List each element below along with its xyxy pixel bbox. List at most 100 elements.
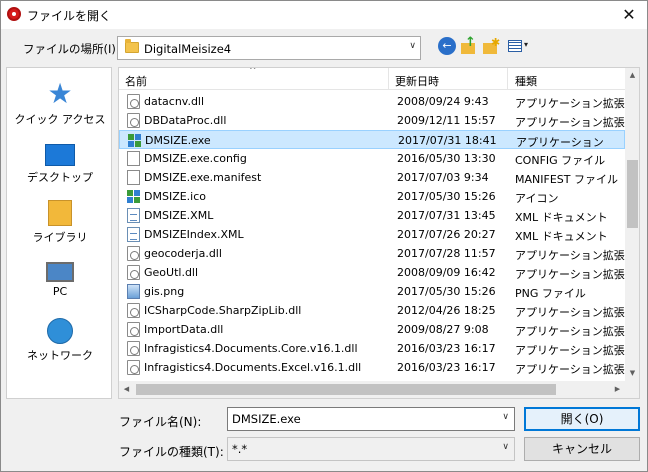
file-row[interactable]: geocoderja.dll 2017/07/28 11:57 アプリケーション拡張 <box>119 244 625 263</box>
place-label: デスクトップ <box>27 171 93 184</box>
desktop-icon <box>45 144 75 166</box>
file-row[interactable]: DBDataProc.dll 2009/12/11 15:57 アプリケーション拡張 <box>119 111 625 130</box>
file-date: 2016/05/30 13:30 <box>397 152 496 165</box>
up-folder-icon[interactable]: ↑ <box>461 35 479 55</box>
xml-file-icon <box>127 208 140 223</box>
places-bar: ★ クイック アクセス デスクトップ ライブラリ PC ネットワーク <box>6 67 112 399</box>
location-value: DigitalMeisize4 <box>144 42 232 56</box>
file-row[interactable]: DMSIZE.exe.manifest 2017/07/03 9:34 MANIFE… <box>119 168 625 187</box>
file-date: 2016/03/23 16:17 <box>397 342 496 355</box>
file-row[interactable]: DMSIZE.exe.config 2016/05/30 13:30 CONFIG … <box>119 149 625 168</box>
file-type: アプリケーション拡張 <box>515 97 625 110</box>
place-label: PC <box>52 285 68 298</box>
file-date: 2016/03/23 16:17 <box>397 361 496 374</box>
file-type: XML ドキュメント <box>515 230 608 243</box>
dll-file-icon <box>127 94 140 109</box>
close-button[interactable]: ✕ <box>611 1 647 29</box>
open-button[interactable]: 開く(O) <box>524 407 640 431</box>
xml-file-icon <box>127 227 140 242</box>
star-icon: ★ <box>47 77 73 110</box>
vertical-scroll-thumb[interactable] <box>627 160 638 228</box>
file-list: 名前 ^ 更新日時 種類 datacnv.dll 2008/09/24 9:43 ア… <box>118 67 640 399</box>
file-row[interactable]: gis.png 2017/05/30 15:26 PNG ファイル <box>119 282 625 301</box>
dll-file-icon <box>127 341 140 356</box>
chevron-down-icon: ∨ <box>502 442 509 452</box>
column-type[interactable]: 種類 <box>515 73 537 89</box>
scroll-right-icon[interactable]: ▶ <box>610 381 625 398</box>
file-type: アプリケーション拡張 <box>515 325 625 338</box>
network-icon <box>47 318 73 344</box>
folder-icon <box>125 39 139 53</box>
place-pc[interactable]: PC <box>7 258 113 298</box>
file-name: Infragistics4.Documents.Core.v16.1.dll <box>144 342 358 355</box>
file-date: 2012/04/26 18:25 <box>397 304 496 317</box>
place-library[interactable]: ライブラリ <box>7 200 113 245</box>
file-row[interactable]: Infragistics4.Documents.Core.v16.1.dll 20… <box>119 339 625 358</box>
place-desktop[interactable]: デスクトップ <box>7 140 113 185</box>
dll-file-icon <box>127 322 140 337</box>
file-date: 2008/09/24 9:43 <box>397 95 489 108</box>
open-file-dialog: ファイルを開く ✕ ファイルの場所(I): DigitalMeisize4 ∨ … <box>0 0 648 472</box>
file-name: DMSIZE.ico <box>144 190 207 203</box>
file-name: Infragistics4.Documents.Excel.v16.1.dll <box>144 361 362 374</box>
column-date[interactable]: 更新日時 <box>395 73 439 89</box>
scrollbar-corner <box>625 381 639 398</box>
dll-file-icon <box>127 303 140 318</box>
file-name: GeoUtl.dll <box>144 266 199 279</box>
vertical-scrollbar[interactable]: ▲ ▼ <box>625 68 639 381</box>
file-type: アプリケーション拡張 <box>515 344 625 357</box>
file-type: PNG ファイル <box>515 287 586 300</box>
dll-file-icon <box>127 265 140 280</box>
place-network[interactable]: ネットワーク <box>7 318 113 363</box>
file-date: 2017/07/26 20:27 <box>397 228 496 241</box>
file-type: アプリケーション拡張 <box>515 268 625 281</box>
file-row[interactable]: datacnv.dll 2008/09/24 9:43 アプリケーション拡張 <box>119 92 625 111</box>
horizontal-scroll-thumb[interactable] <box>136 384 556 395</box>
file-type: アプリケーション拡張 <box>515 116 625 129</box>
place-label: ネットワーク <box>27 349 93 362</box>
column-name[interactable]: 名前 <box>125 73 147 89</box>
file-name: geocoderja.dll <box>144 247 222 260</box>
scroll-up-icon[interactable]: ▲ <box>625 68 639 83</box>
location-dropdown[interactable]: DigitalMeisize4 ∨ <box>117 36 421 60</box>
cancel-button[interactable]: キャンセル <box>524 437 640 461</box>
location-label: ファイルの場所(I): <box>23 42 120 56</box>
file-row[interactable]: DMSIZE.ico 2017/05/30 15:26 アイコン <box>119 187 625 206</box>
filetype-value: *.* <box>232 442 248 456</box>
file-date: 2009/12/11 15:57 <box>397 114 496 127</box>
place-quick-access[interactable]: ★ クイック アクセス <box>7 80 113 127</box>
filetype-select[interactable]: *.* ∨ <box>227 437 515 461</box>
file-date: 2009/08/27 9:08 <box>397 323 489 336</box>
file-name: DMSIZE.exe.manifest <box>144 171 262 184</box>
exe-file-icon <box>128 134 141 147</box>
file-row[interactable]: ICSharpCode.SharpZipLib.dll 2012/04/26 18… <box>119 301 625 320</box>
place-label: クイック アクセス <box>14 113 106 126</box>
scroll-left-icon[interactable]: ◀ <box>119 381 134 398</box>
new-folder-icon[interactable]: ✱ <box>483 36 501 55</box>
file-type: MANIFEST ファイル <box>515 173 618 186</box>
file-name: DMSIZE.XML <box>144 209 214 222</box>
view-menu-icon[interactable]: ▾ <box>508 37 532 55</box>
file-name: ImportData.dll <box>144 323 224 336</box>
file-type: CONFIG ファイル <box>515 154 606 167</box>
filename-input[interactable]: DMSIZE.exe ∨ <box>227 407 515 431</box>
file-name: ICSharpCode.SharpZipLib.dll <box>144 304 302 317</box>
png-file-icon <box>127 284 140 299</box>
file-row[interactable]: DMSIZE.XML 2017/07/31 13:45 XML ドキュメント <box>119 206 625 225</box>
file-row[interactable]: GeoUtl.dll 2008/09/09 16:42 アプリケーション拡張 <box>119 263 625 282</box>
file-type: アプリケーション拡張 <box>515 363 625 376</box>
file-row[interactable]: ImportData.dll 2009/08/27 9:08 アプリケーション拡張 <box>119 320 625 339</box>
back-icon[interactable]: ← <box>438 37 456 55</box>
file-date: 2017/05/30 15:26 <box>397 190 496 203</box>
library-icon <box>48 200 72 226</box>
scroll-down-icon[interactable]: ▼ <box>625 366 639 381</box>
horizontal-scrollbar[interactable]: ◀ ▶ <box>119 381 625 398</box>
file-date: 2008/09/09 16:42 <box>397 266 496 279</box>
file-type: アイコン <box>515 192 559 205</box>
file-row[interactable]: DMSIZE.exe 2017/07/31 18:41 アプリケーション <box>119 130 625 149</box>
file-row[interactable]: DMSIZEIndex.XML 2017/07/26 20:27 XML ドキュメン… <box>119 225 625 244</box>
dll-file-icon <box>127 246 140 261</box>
file-date: 2017/07/31 13:45 <box>397 209 496 222</box>
file-date: 2017/07/28 11:57 <box>397 247 496 260</box>
file-row[interactable]: Infragistics4.Documents.Excel.v16.1.dll 2… <box>119 358 625 377</box>
